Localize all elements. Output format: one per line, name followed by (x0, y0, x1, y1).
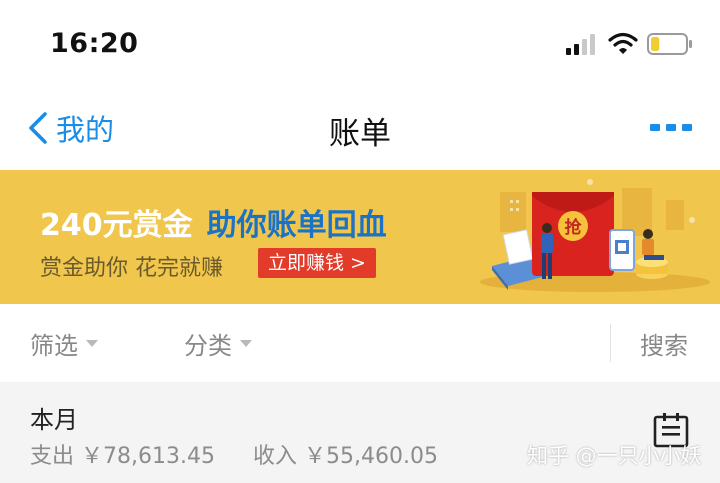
earn-now-button[interactable]: 立即赚钱 > (258, 248, 376, 278)
income-label: 收入 (252, 444, 297, 469)
banner-title-slogan: 助你账单回血 (206, 208, 387, 243)
expense-label: 支出 (30, 444, 75, 469)
nav-bar: 我的 账单 (0, 86, 720, 170)
page-title: 账单 (329, 116, 391, 152)
filter-label: 筛选 (30, 332, 78, 360)
more-icon-dot (666, 124, 676, 131)
month-totals: 支出 ￥78,613.45 收入 ￥55,460.05 (30, 438, 438, 470)
category-dropdown[interactable]: 分类 (184, 326, 252, 361)
status-bar: 16:20 (0, 0, 720, 86)
filter-bar: 筛选 分类 搜索 (0, 304, 720, 383)
cellular-signal-icon (566, 34, 595, 55)
more-button[interactable] (648, 120, 692, 136)
watermark: 知乎 @一只小小妖 (527, 444, 702, 468)
banner-title: 240元赏金 助你账单回血 (40, 200, 387, 244)
promo-banner[interactable]: 240元赏金 助你账单回血 赏金助你 花完就赚 立即赚钱 > 抢 (0, 170, 720, 304)
grab-badge-text: 抢 (565, 217, 583, 238)
red-envelope-illustration: 抢 (480, 179, 710, 292)
more-icon (650, 124, 660, 131)
status-time: 16:20 (50, 28, 139, 59)
banner-title-amount: 240元赏金 (40, 208, 193, 243)
month-summary-section: 本月 支出 ￥78,613.45 收入 ￥55,460.05 知乎 @一只小小妖 (0, 382, 720, 483)
banner-subtitle: 赏金助你 花完就赚 (40, 256, 223, 281)
battery-icon (647, 33, 692, 55)
search-button[interactable]: 搜索 (640, 326, 688, 361)
filter-dropdown[interactable]: 筛选 (30, 326, 98, 361)
month-title: 本月 (30, 406, 78, 434)
caret-down-icon (86, 340, 98, 347)
divider (610, 324, 611, 362)
category-label: 分类 (184, 332, 232, 360)
income-value: ￥55,460.05 (304, 444, 438, 469)
caret-down-icon (240, 340, 252, 347)
wifi-icon (608, 32, 638, 54)
more-icon-dot (682, 124, 692, 131)
expense-value: ￥78,613.45 (81, 444, 215, 469)
